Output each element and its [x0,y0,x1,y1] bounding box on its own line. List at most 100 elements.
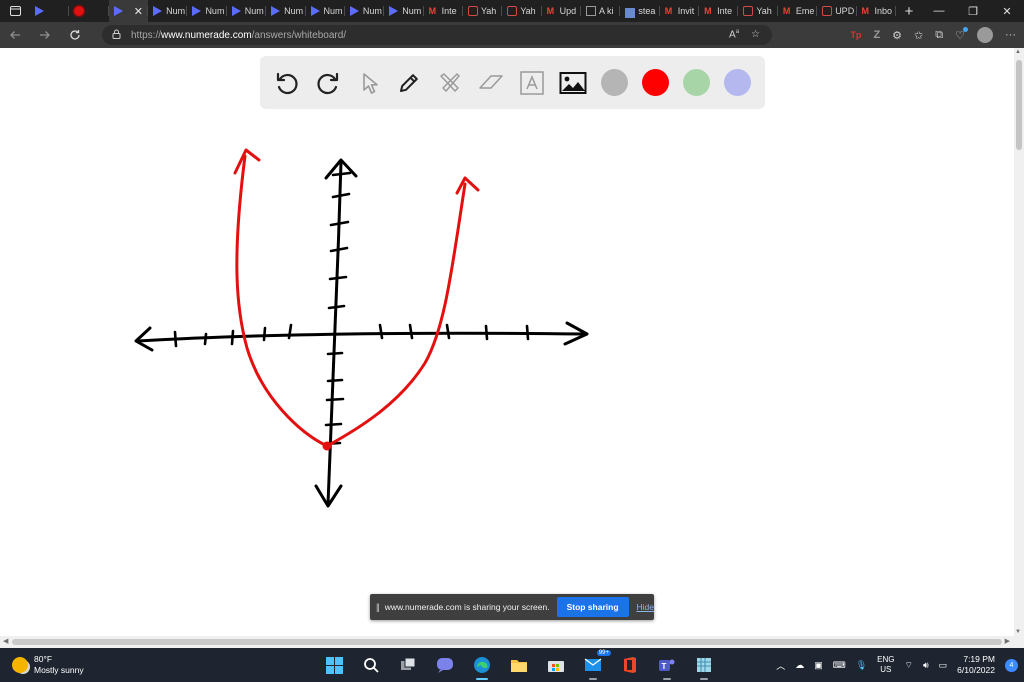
browser-tab[interactable]: A ki [581,0,621,22]
select-icon[interactable] [354,68,384,98]
windows-start-icon[interactable] [322,653,346,677]
new-tab-button[interactable]: + [896,3,922,20]
horizontal-scrollbar[interactable]: ◀ ▶ [0,636,1024,648]
minimize-button[interactable]: — [922,0,956,22]
horizontal-scroll-thumb[interactable] [12,639,1002,645]
clear-icon[interactable] [435,68,465,98]
yahoo-icon [743,6,754,16]
tab-label: Num [205,6,225,16]
read-aloud-icon[interactable]: Aa [729,29,739,40]
address-bar[interactable]: https://www.numerade.com/answers/whitebo… [102,25,772,45]
notification-badge[interactable]: 4 [1005,658,1018,672]
scroll-right-icon[interactable]: ▶ [1005,637,1010,645]
extension-puzzle-icon[interactable]: ⚙ [892,29,902,42]
scroll-up-icon[interactable]: ▲ [1015,49,1021,55]
browser-tab[interactable]: ✕ [108,0,149,22]
restore-button[interactable]: ❐ [956,0,990,22]
stop-sharing-button[interactable]: Stop sharing [556,597,629,617]
eraser-icon[interactable] [476,68,506,98]
profile-avatar[interactable] [977,27,993,43]
browser-tab[interactable]: UPD [817,0,857,22]
browser-tab[interactable]: M Invit [660,0,700,22]
edge-icon[interactable] [470,653,494,680]
microphone-icon[interactable]: 🎙︎ [856,660,867,671]
forward-button[interactable] [30,22,60,48]
browser-essentials-icon[interactable]: ♡ [955,26,968,42]
browser-tab[interactable] [30,0,70,22]
pinned-apps: 99+ T [322,650,716,680]
whiteboard-canvas[interactable] [0,48,1014,636]
weather-widget[interactable]: 80°F Mostly sunny [12,654,84,676]
drag-handle-icon[interactable]: || [376,602,380,612]
favorite-star-icon[interactable]: ☆ [751,29,760,40]
gray-color-swatch[interactable] [601,69,628,96]
svg-text:T: T [662,662,667,671]
tab-actions-icon[interactable] [0,0,30,22]
pen-icon[interactable] [394,68,424,98]
task-view-icon[interactable] [396,653,420,677]
redo-icon[interactable] [313,68,343,98]
browser-tab[interactable]: M Inte [424,0,463,22]
keyboard-icon[interactable]: ⌨ [833,660,846,671]
browser-tab[interactable]: M Inbo [857,0,896,22]
browser-tab[interactable]: Yah [463,0,503,22]
browser-tab[interactable]: M Upd [542,0,582,22]
url-path: /answers/whiteboard/ [251,29,347,41]
store-icon[interactable] [544,653,568,677]
vertical-scroll-thumb[interactable] [1016,60,1022,150]
display-icon[interactable]: ▣ [814,660,823,671]
refresh-icon [70,30,80,40]
clock[interactable]: 7:19 PM 6/10/2022 [957,654,995,676]
battery-icon[interactable]: ▭ [939,660,948,671]
browser-tab[interactable]: Num [266,0,306,22]
browser-tab[interactable]: Num [306,0,345,22]
scroll-down-icon[interactable]: ▼ [1015,629,1021,635]
browser-tab[interactable]: stea [620,0,660,22]
scroll-left-icon[interactable]: ◀ [3,637,8,645]
browser-tab[interactable]: Num [384,0,424,22]
image-icon[interactable] [558,68,588,98]
onedrive-cloud-icon[interactable]: ☁ [795,660,804,671]
browser-tab[interactable] [69,0,109,22]
green-color-swatch[interactable] [683,69,710,96]
teams-chat-icon[interactable] [433,653,457,677]
back-button[interactable] [0,22,30,48]
browser-tab[interactable]: Yah [502,0,542,22]
app-icon[interactable] [692,653,716,680]
extension-tp-icon[interactable]: Tp [850,30,861,40]
office-icon[interactable] [618,653,642,677]
tab-label: Num [166,6,186,16]
hide-banner-link[interactable]: Hide [637,602,654,612]
tab-label: UPD [835,6,855,16]
collections-icon[interactable]: ⧉ [935,29,943,42]
browser-tab[interactable]: Num [148,0,188,22]
tab-label: Num [362,6,382,16]
wifi-icon[interactable]: ⌔ [905,660,913,671]
undo-icon[interactable] [272,68,302,98]
blue-color-swatch[interactable] [724,69,751,96]
browser-tab[interactable]: Num [345,0,385,22]
text-icon[interactable] [517,68,547,98]
close-window-button[interactable]: ✕ [990,0,1024,22]
browser-tab[interactable]: M Eme [778,0,818,22]
extension-z-icon[interactable]: Z [873,29,880,41]
language-indicator[interactable]: ENG US [877,655,894,675]
file-explorer-icon[interactable] [507,653,531,677]
lock-icon[interactable] [112,29,121,41]
browser-tab[interactable]: Yah [738,0,778,22]
favorites-icon[interactable]: ✩ [914,29,923,42]
close-tab-icon[interactable]: ✕ [134,5,143,18]
teams-icon[interactable]: T [655,653,679,680]
chevron-up-icon[interactable]: ︿ [776,659,785,672]
browser-tab[interactable]: Num [227,0,267,22]
red-color-swatch[interactable] [642,69,669,96]
volume-icon[interactable]: 🔊︎ [923,660,929,671]
vertical-scrollbar[interactable]: ▲ ▼ [1014,48,1024,636]
browser-tab[interactable]: M Inte [699,0,739,22]
tab-label: Eme [795,6,815,16]
browser-tab[interactable]: Num [187,0,227,22]
search-icon[interactable] [359,653,383,677]
more-menu-icon[interactable]: ··· [1005,29,1016,41]
refresh-button[interactable] [60,22,90,48]
mail-icon[interactable]: 99+ [581,650,611,680]
